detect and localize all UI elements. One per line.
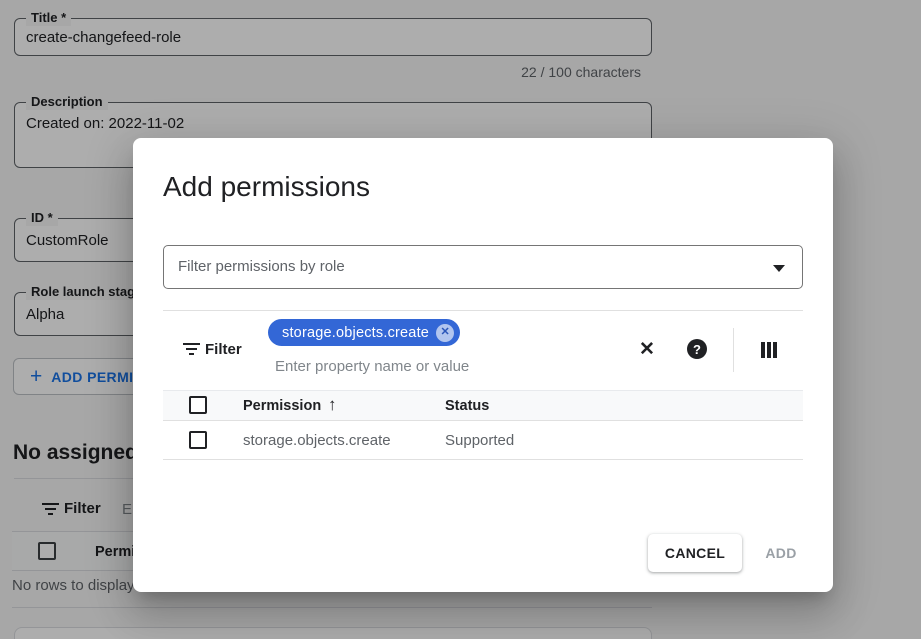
cell-status: Supported bbox=[445, 432, 514, 449]
help-icon[interactable]: ? bbox=[685, 337, 709, 361]
table-row[interactable]: storage.objects.create Supported bbox=[163, 422, 803, 460]
row-checkbox[interactable] bbox=[189, 431, 207, 449]
cancel-button[interactable]: CANCEL bbox=[648, 534, 742, 572]
divider bbox=[733, 328, 734, 372]
dialog-table-header: Permission ↑ Status bbox=[163, 390, 803, 421]
select-all-checkbox[interactable] bbox=[189, 396, 207, 414]
role-filter-select[interactable]: Filter permissions by role bbox=[163, 245, 803, 289]
create-role-page: Title * create-changefeed-role 22 / 100 … bbox=[0, 0, 921, 639]
filter-chip-label: storage.objects.create bbox=[282, 325, 429, 341]
dialog-filter-placeholder[interactable]: Enter property name or value bbox=[275, 358, 469, 375]
sort-ascending-icon[interactable]: ↑ bbox=[328, 395, 337, 415]
dialog-filter-label: Filter bbox=[205, 341, 242, 358]
add-button[interactable]: ADD bbox=[756, 534, 806, 572]
chip-remove-icon[interactable]: ✕ bbox=[436, 324, 454, 342]
filter-chip[interactable]: storage.objects.create ✕ bbox=[268, 319, 460, 346]
add-permissions-dialog: Add permissions Filter permissions by ro… bbox=[133, 138, 833, 592]
role-filter-placeholder: Filter permissions by role bbox=[178, 258, 345, 275]
clear-filters-icon[interactable]: ✕ bbox=[635, 337, 659, 361]
divider bbox=[163, 310, 803, 311]
column-permission[interactable]: Permission bbox=[243, 398, 321, 414]
dialog-title: Add permissions bbox=[163, 171, 370, 203]
filter-icon bbox=[183, 343, 200, 356]
chevron-down-icon bbox=[773, 265, 785, 272]
cell-permission: storage.objects.create bbox=[243, 432, 391, 449]
column-status[interactable]: Status bbox=[445, 398, 489, 414]
column-display-icon[interactable] bbox=[757, 338, 781, 362]
